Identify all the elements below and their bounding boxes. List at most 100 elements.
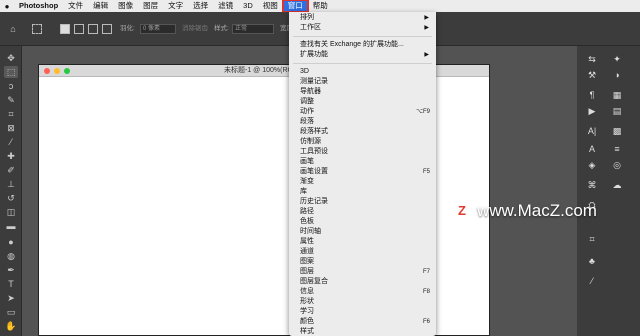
close-icon[interactable] — [44, 68, 50, 74]
menu-view[interactable]: 视图 — [258, 0, 283, 12]
menu-help[interactable]: 帮助 — [308, 0, 333, 12]
menu-item-label: 颜色 — [300, 318, 314, 325]
style-select[interactable]: 正常 — [232, 24, 274, 34]
menu-item-styles[interactable]: 样式 — [289, 327, 436, 336]
libraries-panel-icon[interactable]: ☁ — [611, 180, 623, 191]
menu-item-measurement-log[interactable]: 测量记录 — [289, 77, 436, 87]
home-icon[interactable]: ⌂ — [6, 23, 20, 35]
quick-select-icon[interactable]: ✎ — [4, 94, 18, 106]
brush-settings-icon[interactable]: ⁄ — [586, 276, 598, 287]
shapes-panel-icon[interactable]: ♣ — [586, 256, 598, 267]
menu-item-arrange[interactable]: 排列 ▶ — [289, 13, 436, 23]
menu-file[interactable]: 文件 — [63, 0, 88, 12]
blur-icon[interactable]: ● — [4, 236, 18, 248]
feather-input[interactable]: 0 像素 — [140, 24, 176, 34]
paths-panel-icon[interactable]: ⌘ — [586, 180, 598, 191]
menu-item-layer-comps[interactable]: 图层复合 — [289, 277, 436, 287]
menu-filter[interactable]: 滤镜 — [213, 0, 238, 12]
menu-item-gradients[interactable]: 渐变 — [289, 177, 436, 187]
menu-item-label: 形状 — [300, 298, 314, 305]
menu-item-paths[interactable]: 路径 — [289, 207, 436, 217]
menu-item-label: 历史记录 — [300, 198, 328, 205]
subtract-selection-icon[interactable] — [88, 24, 98, 34]
menu-edit[interactable]: 编辑 — [88, 0, 113, 12]
menu-3d[interactable]: 3D — [238, 0, 258, 12]
eraser-icon[interactable]: ◫ — [4, 206, 18, 218]
brush-icon[interactable]: ✐ — [4, 164, 18, 176]
lasso-icon[interactable]: ↄ — [4, 80, 18, 92]
minimize-icon[interactable] — [54, 68, 60, 74]
menu-item-timeline[interactable]: 时间轴 — [289, 227, 436, 237]
apple-icon[interactable]: ● — [0, 2, 14, 11]
menu-item-adjustments[interactable]: 调整 — [289, 97, 436, 107]
menu-item-history[interactable]: 历史记录 — [289, 197, 436, 207]
pen-icon[interactable]: ✒ — [4, 264, 18, 276]
gradient-icon[interactable]: ▬ — [4, 220, 18, 232]
move-icon[interactable]: ✥ — [4, 52, 18, 64]
menu-photoshop[interactable]: Photoshop — [14, 0, 63, 12]
character-panel-icon[interactable]: A| — [586, 126, 598, 137]
swatches-panel-icon[interactable]: ▦ — [611, 90, 623, 101]
menu-item-3d[interactable]: 3D — [289, 67, 436, 77]
menu-item-shapes[interactable]: 形状 — [289, 297, 436, 307]
menu-layer[interactable]: 图层 — [138, 0, 163, 12]
frame-icon[interactable]: ⊠ — [4, 122, 18, 134]
menu-select[interactable]: 选择 — [188, 0, 213, 12]
menu-item-brushes[interactable]: 画笔 — [289, 157, 436, 167]
menu-image[interactable]: 图像 — [113, 0, 138, 12]
menu-item-properties[interactable]: 属性 — [289, 237, 436, 247]
menu-item-label: 库 — [300, 188, 307, 195]
menu-type[interactable]: 文字 — [163, 0, 188, 12]
menu-item-libraries[interactable]: 库 — [289, 187, 436, 197]
paragraph-styles-icon[interactable]: A — [586, 144, 598, 155]
menu-item-swatches[interactable]: 色板 — [289, 217, 436, 227]
color-panel-icon[interactable]: ◑ — [611, 70, 623, 81]
add-selection-icon[interactable] — [74, 24, 84, 34]
menu-window[interactable]: 窗口 — [281, 0, 309, 13]
menu-item-tool-presets[interactable]: 工具预设 — [289, 147, 436, 157]
dodge-icon[interactable]: ◍ — [4, 250, 18, 262]
menu-item-paragraph[interactable]: 段落 — [289, 117, 436, 127]
properties-panel-icon[interactable]: ≡ — [611, 144, 623, 155]
actions-panel-icon[interactable]: ▶ — [586, 106, 598, 117]
type-icon[interactable]: T — [4, 278, 18, 290]
menu-item-navigator[interactable]: 导航器 — [289, 87, 436, 97]
rectangle-icon[interactable]: ▭ — [4, 306, 18, 318]
layers-panel-icon[interactable]: ◈ — [586, 160, 598, 171]
menu-item-workspace[interactable]: 工作区 ▶ — [289, 23, 436, 33]
gradients-panel-icon[interactable]: ▤ — [611, 106, 623, 117]
channels-panel-icon[interactable]: ◎ — [611, 160, 623, 171]
zoom-icon[interactable] — [64, 68, 70, 74]
intersect-selection-icon[interactable] — [102, 24, 112, 34]
menu-item-actions[interactable]: 动作 ⌥F9 — [289, 107, 436, 117]
marquee-tool-icon[interactable] — [32, 24, 42, 34]
patterns-panel-icon[interactable]: ▩ — [611, 126, 623, 137]
eyedropper-icon[interactable]: ⁄ — [4, 136, 18, 148]
marquee-icon[interactable]: ⬚ — [4, 66, 18, 78]
crop-panel-icon[interactable]: ⌗ — [586, 234, 598, 245]
menu-item-layers[interactable]: 图层 F7 — [289, 267, 436, 277]
history-brush-icon[interactable]: ↺ — [4, 192, 18, 204]
new-selection-icon[interactable] — [60, 24, 70, 34]
menu-item-label: 动作 — [300, 108, 314, 115]
menu-item-color[interactable]: 颜色 F6 — [289, 317, 436, 327]
menu-item-brush-settings[interactable]: 画笔设置 F5 — [289, 167, 436, 177]
crop-icon[interactable]: ⌗ — [4, 108, 18, 120]
menu-item-patterns[interactable]: 图案 — [289, 257, 436, 267]
stamp-icon[interactable]: ⊥ — [4, 178, 18, 190]
tool-presets-icon[interactable]: ⚒ — [586, 70, 598, 81]
history-panel-icon[interactable]: ⇆ — [586, 54, 598, 65]
menu-item-find-exchange[interactable]: 查找有关 Exchange 的扩展功能... — [289, 40, 436, 50]
adjustments-panel-icon[interactable]: ✦ — [611, 54, 623, 65]
menu-item-channels[interactable]: 通道 — [289, 247, 436, 257]
menu-item-info[interactable]: 信息 F8 — [289, 287, 436, 297]
menu-item-extensions[interactable]: 扩展功能 ▶ — [289, 50, 436, 60]
menu-item-clone-source[interactable]: 仿制源 — [289, 137, 436, 147]
healing-icon[interactable]: ✚ — [4, 150, 18, 162]
hand-icon[interactable]: ✋ — [4, 320, 18, 332]
path-select-icon[interactable]: ➤ — [4, 292, 18, 304]
menu-item-learn[interactable]: 学习 — [289, 307, 436, 317]
menu-item-paragraph-styles[interactable]: 段落样式 — [289, 127, 436, 137]
antialias-checkbox[interactable]: 消除锯齿 — [182, 23, 208, 35]
paragraph-panel-icon[interactable]: ¶ — [586, 90, 598, 101]
